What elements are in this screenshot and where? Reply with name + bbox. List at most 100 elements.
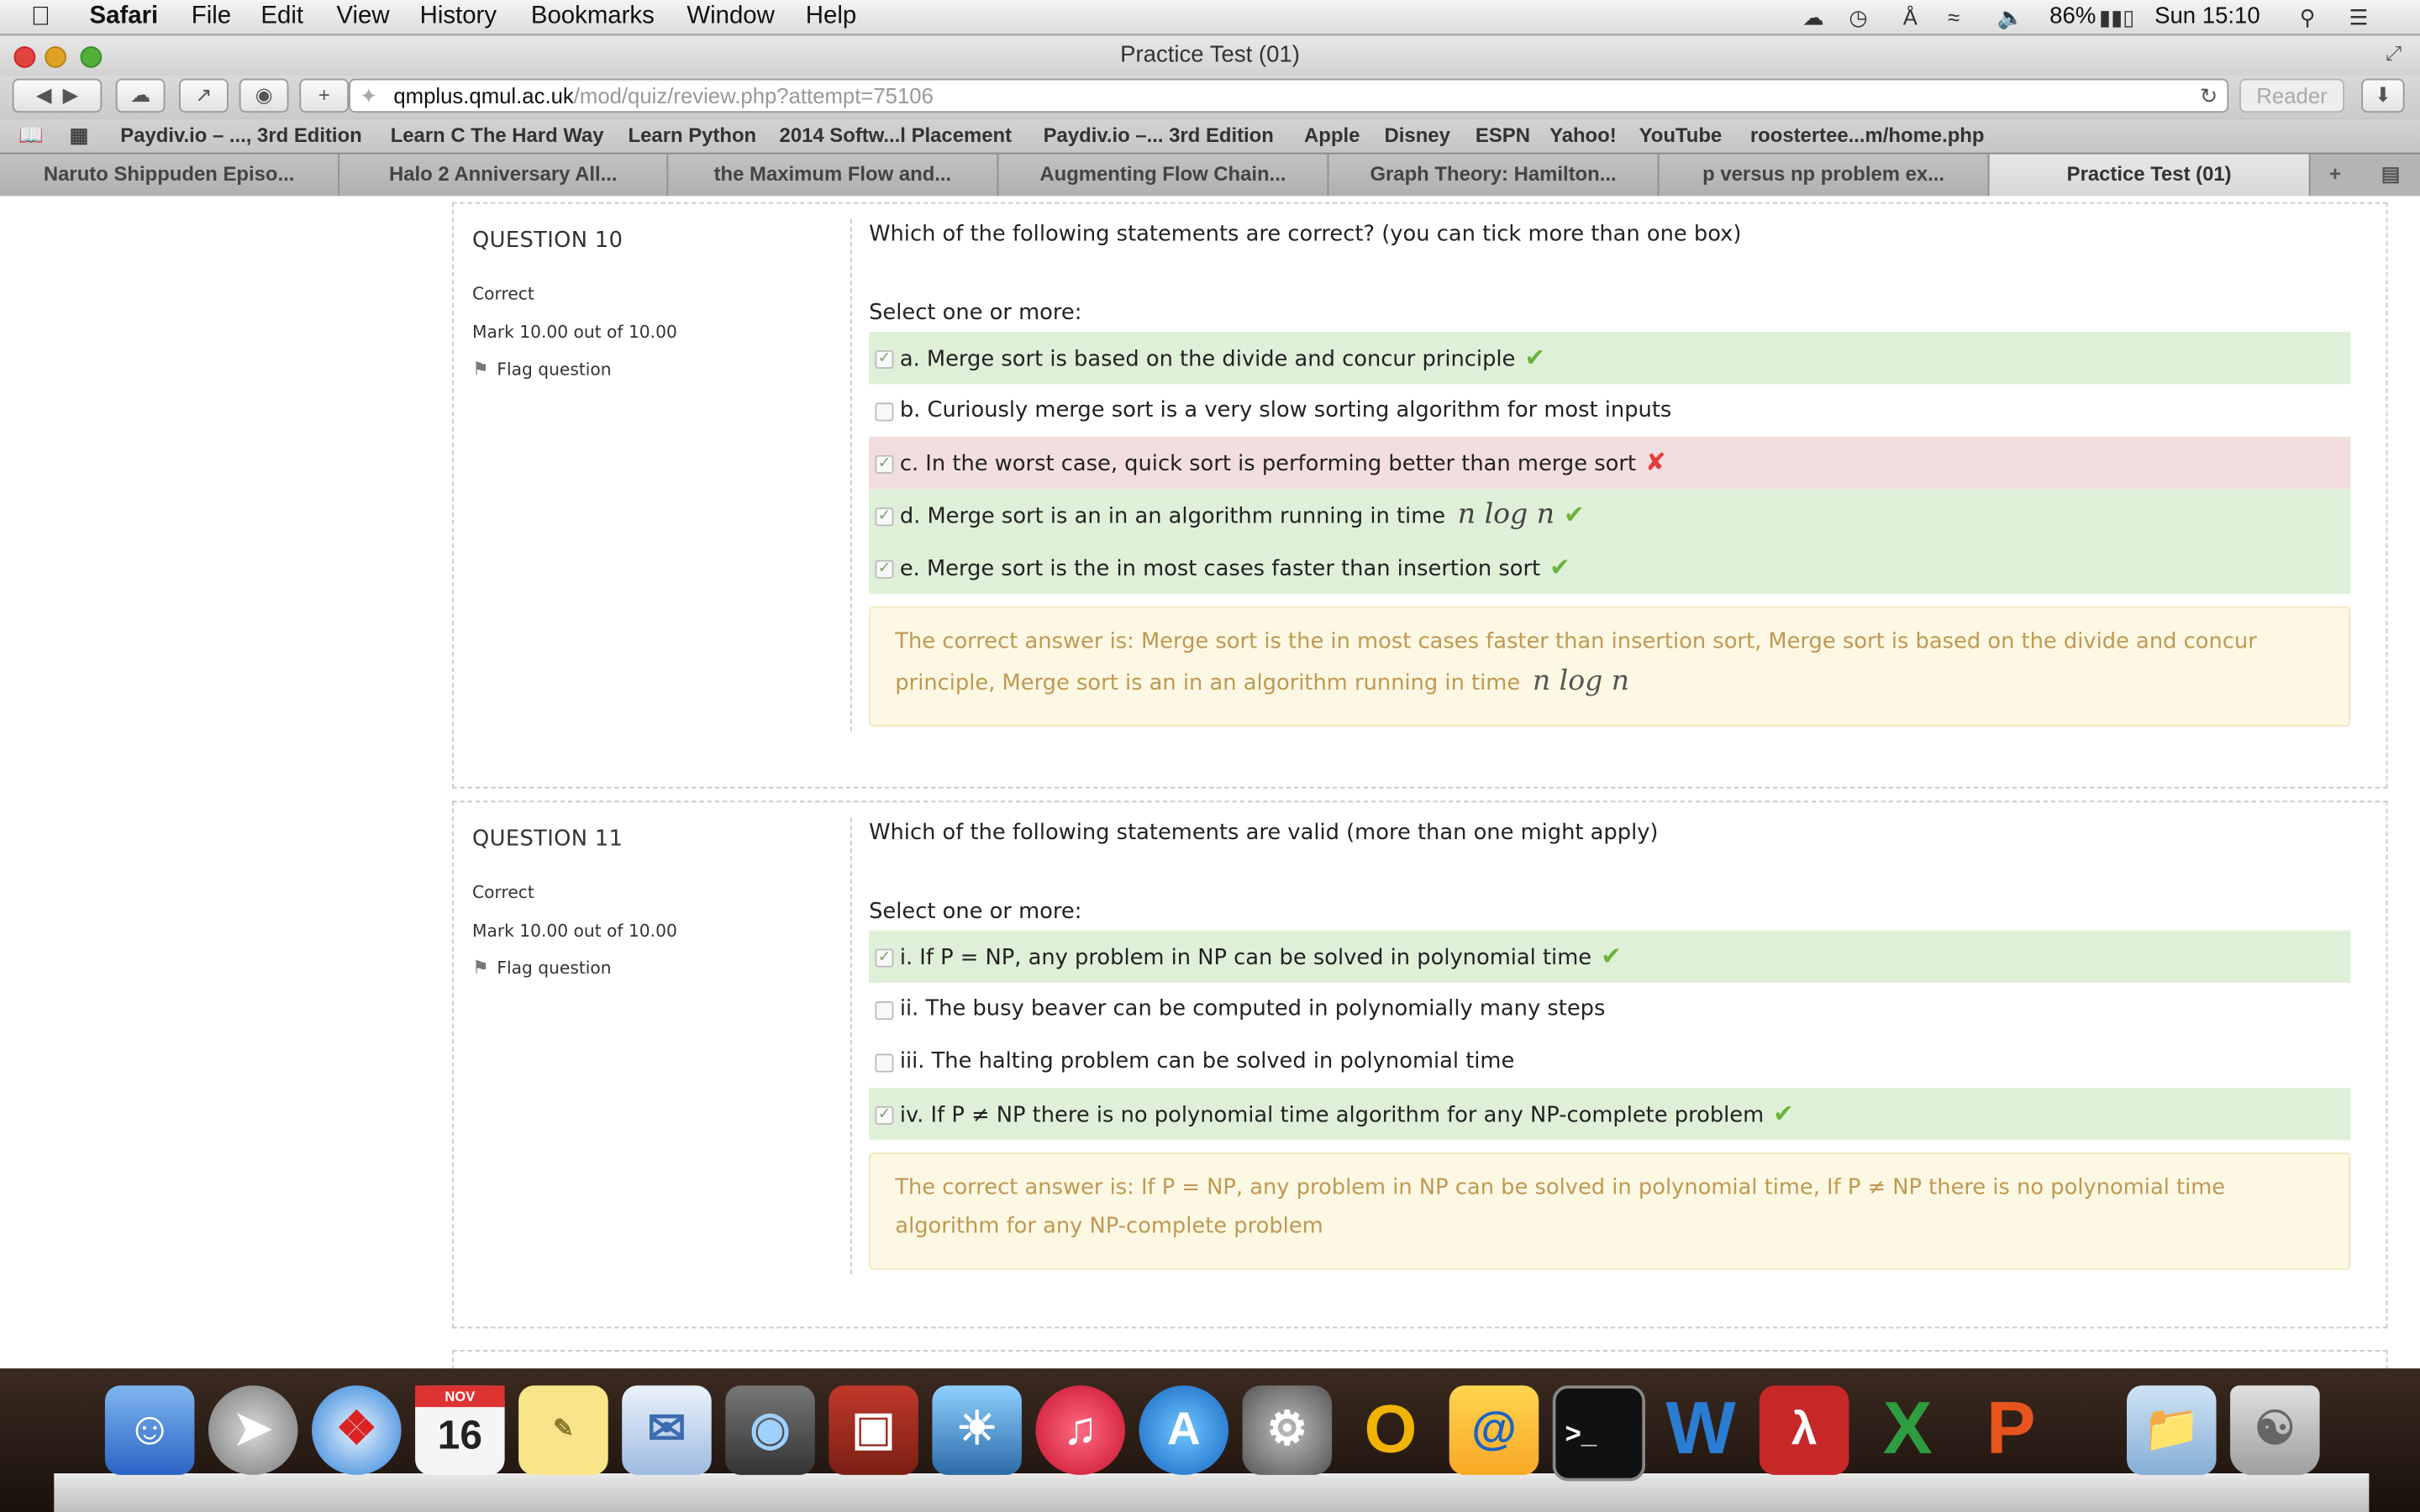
question-text: Which of the following statements are co… <box>869 222 1742 247</box>
photo-booth-icon[interactable]: ▣ <box>829 1385 918 1475</box>
answer-checkbox[interactable]: ✓ <box>875 948 894 968</box>
safari-icon[interactable]: ❖ <box>312 1385 402 1475</box>
right-answer-feedback: The correct answer is: Merge sort is the… <box>869 606 2351 727</box>
tab-graph-theory[interactable]: Graph Theory: Hamilton... <box>1328 154 1660 197</box>
question-grade: Mark 10.00 out of 10.00 <box>472 921 677 942</box>
dropbox-sync-icon[interactable]: ☁ <box>1802 5 1824 31</box>
menu-edit[interactable]: Edit <box>260 3 303 31</box>
answer-label: ii. The busy beaver can be computed in p… <box>899 996 1606 1021</box>
battery-icon[interactable]: ▮▮▯ <box>2099 5 2134 31</box>
bookmarks-bar: 📖 ▦ Paydiv.io – ..., 3rd Edition Learn C… <box>0 118 2420 153</box>
excel-icon[interactable]: X <box>1863 1385 1953 1475</box>
question-10: QUESTION 10 Correct Mark 10.00 out of 10… <box>452 202 2388 789</box>
bookmark-item[interactable]: Yahoo! <box>1549 123 1617 147</box>
fetch-icon[interactable]: @ <box>1449 1385 1539 1475</box>
wifi-icon[interactable]: ≈ <box>1948 5 1960 29</box>
top-sites-icon[interactable]: ▦ <box>70 123 89 148</box>
downloads-icon[interactable]: ⬇ <box>2361 78 2405 113</box>
documents-folder-icon[interactable]: 📁 <box>2127 1385 2217 1475</box>
tab-practice-test[interactable]: Practice Test (01) <box>1989 154 2311 197</box>
answer-checkbox[interactable]: ✓ <box>875 454 894 474</box>
answer-checkbox[interactable] <box>875 1001 894 1021</box>
facetime-icon[interactable]: ◉ <box>725 1385 815 1475</box>
volume-icon[interactable]: 🔈 <box>1997 5 2024 31</box>
reader-button[interactable]: Reader <box>2239 78 2345 113</box>
menu-bookmarks[interactable]: Bookmarks <box>531 3 655 31</box>
menu-window[interactable]: Window <box>687 3 775 31</box>
correct-check-icon: ✔ <box>1524 342 1546 372</box>
bookmark-item[interactable]: 2014 Softw...l Placement <box>780 123 1012 147</box>
tab-p-vs-np[interactable]: p versus np problem ex... <box>1659 154 1990 197</box>
reload-icon[interactable]: ↻ <box>2200 81 2218 112</box>
bookmark-item[interactable]: Learn Python <box>629 123 757 147</box>
divider <box>850 817 852 1275</box>
tab-halo[interactable]: Halo 2 Anniversary All... <box>339 154 669 197</box>
mail-icon[interactable]: ✉ <box>622 1385 712 1475</box>
battery-percent[interactable]: 86% <box>2049 3 2096 29</box>
answer-option: ✓ a. Merge sort is based on the divide a… <box>869 331 2351 385</box>
answer-checkbox[interactable] <box>875 402 894 422</box>
calendar-icon[interactable]: NOV 16 <box>415 1385 505 1475</box>
system-preferences-icon[interactable]: ⚙ <box>1242 1385 1333 1475</box>
iphoto-icon[interactable]: ☀ <box>932 1385 1022 1475</box>
answer-checkbox[interactable]: ✓ <box>875 559 894 579</box>
answer-checkbox[interactable]: ✓ <box>875 507 894 527</box>
bookmark-item[interactable]: Disney <box>1385 123 1450 147</box>
bookmark-item[interactable]: YouTube <box>1639 123 1723 147</box>
menu-file[interactable]: File <box>192 3 231 31</box>
trash-icon[interactable]: ☯ <box>2230 1385 2320 1475</box>
tab-augmenting-flow[interactable]: Augmenting Flow Chain... <box>998 154 1329 197</box>
tab-naruto[interactable]: Naruto Shippuden Episo... <box>0 154 340 197</box>
flag-question-link[interactable]: ⚑ Flag question <box>472 957 827 979</box>
bookmark-item[interactable]: Paydiv.io –... 3rd Edition <box>1044 123 1274 147</box>
menu-help[interactable]: Help <box>806 3 856 31</box>
add-tab-icon[interactable]: + <box>2312 155 2358 197</box>
bookmark-item[interactable]: ESPN <box>1476 123 1530 147</box>
menu-history[interactable]: History <box>420 3 497 31</box>
flag-icon: ⚑ <box>472 358 489 380</box>
bookmark-item[interactable]: Paydiv.io – ..., 3rd Edition <box>120 123 361 147</box>
answer-option: ✓ i. If P = NP, any problem in NP can be… <box>869 930 2351 984</box>
bluetooth-icon[interactable]: Å <box>1903 5 1918 29</box>
word-icon[interactable]: W <box>1656 1385 1746 1475</box>
launchpad-icon[interactable]: ➤ <box>208 1385 298 1475</box>
tab-max-flow[interactable]: the Maximum Flow and... <box>668 154 999 197</box>
new-tab-button[interactable]: + <box>299 78 350 113</box>
correct-check-icon: ✔ <box>1564 500 1585 530</box>
bookmark-item[interactable]: Learn C The Hard Way <box>391 123 604 147</box>
apple-menu-icon[interactable]:  <box>31 2 50 33</box>
answer-checkbox[interactable]: ✓ <box>875 1105 894 1125</box>
menu-view[interactable]: View <box>336 3 389 31</box>
acrobat-icon[interactable]: λ <box>1759 1385 1849 1475</box>
bookmark-item[interactable]: Apple <box>1304 123 1360 147</box>
flag-question-link[interactable]: ⚑ Flag question <box>472 358 827 380</box>
fullscreen-icon[interactable]: ⤢ <box>2386 42 2402 66</box>
notification-center-icon[interactable]: ☰ <box>2349 5 2369 31</box>
app-store-icon[interactable]: A <box>1139 1385 1229 1475</box>
site-icon: ✦ <box>359 83 378 108</box>
privacy-icon[interactable]: ◉ <box>239 78 289 113</box>
share-icon[interactable]: ↗ <box>179 78 229 113</box>
address-bar[interactable]: ✦ qmplus.qmul.ac.uk/mod/quiz/review.php?… <box>349 78 2229 113</box>
answer-checkbox[interactable] <box>875 1053 894 1073</box>
menu-app-safari[interactable]: Safari <box>90 3 159 31</box>
itunes-icon[interactable]: ♫ <box>1035 1385 1125 1475</box>
finder-icon[interactable]: ☺ <box>104 1385 195 1475</box>
bookmark-item[interactable]: roostertee...m/home.php <box>1750 123 1985 147</box>
stickies-icon[interactable]: ✎ <box>518 1385 608 1475</box>
flag-question-label: Flag question <box>497 958 612 979</box>
tab-overview-icon[interactable]: ▤ <box>2368 155 2414 197</box>
reading-list-icon[interactable]: 📖 <box>18 123 44 148</box>
icloud-tabs-icon[interactable]: ☁ <box>115 78 166 113</box>
answer-checkbox[interactable]: ✓ <box>875 349 894 369</box>
answer-option: ✓ c. In the worst case, quick sort is pe… <box>869 436 2351 490</box>
url-path: /mod/quiz/review.php?attempt=75106 <box>573 83 934 108</box>
back-forward-buttons[interactable]: ◀ ▶ <box>12 78 103 113</box>
menubar-clock[interactable]: Sun 15:10 <box>2154 3 2260 29</box>
question-grade: Mark 10.00 out of 10.00 <box>472 322 677 343</box>
time-machine-icon[interactable]: ◷ <box>1849 5 1867 31</box>
terminal-icon[interactable]: >_ <box>1552 1385 1645 1482</box>
spotlight-icon[interactable]: ⚲ <box>2300 5 2316 31</box>
outlook-icon[interactable]: O <box>1346 1385 1436 1475</box>
powerpoint-icon[interactable]: P <box>1966 1385 2056 1475</box>
